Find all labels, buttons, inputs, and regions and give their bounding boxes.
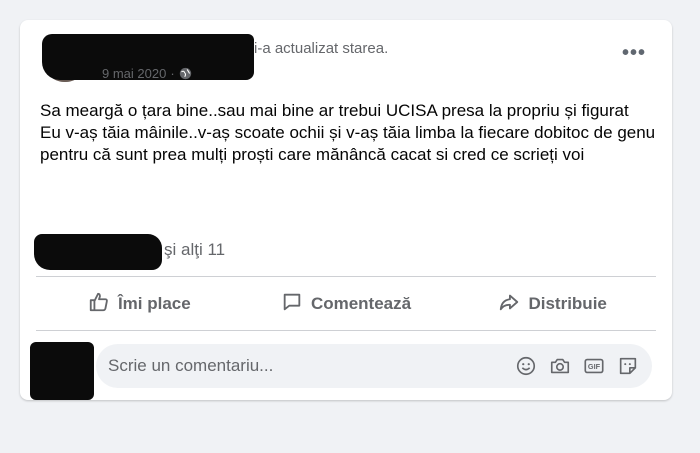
post-text-line: Eu v-aș tăia mâinile..v-aș scoate ochii … <box>40 123 660 164</box>
post-meta: 9 mai 2020 · <box>102 66 192 81</box>
meta-separator: · <box>170 66 175 81</box>
like-button[interactable]: Îmi place <box>36 284 243 324</box>
comment-label: Comentează <box>310 294 412 313</box>
emoji-icon[interactable] <box>514 354 538 378</box>
post-text-line: Sa meargă o țara bine..sau mai bine ar t… <box>40 101 629 120</box>
divider <box>36 330 656 331</box>
post-body: Sa meargă o țara bine..sau mai bine ar t… <box>40 100 660 166</box>
camera-icon[interactable] <box>548 354 572 378</box>
comment-button[interactable]: Comentează <box>243 284 450 324</box>
post-card: i-a actualizat starea. 9 mai 2020 · ••• … <box>20 20 672 400</box>
thumbs-up-icon <box>88 291 110 318</box>
speech-bubble-icon <box>281 291 303 318</box>
gif-label: GIF <box>588 362 601 371</box>
reactions-count[interactable]: şi alţi 11 <box>164 240 225 260</box>
sticker-icon[interactable] <box>616 354 640 378</box>
redacted-commenter-avatar <box>30 342 94 400</box>
gif-icon[interactable]: GIF <box>582 354 606 378</box>
share-button[interactable]: Distribuie <box>449 284 656 324</box>
comment-tools: GIF <box>514 354 640 378</box>
post-actions: Îmi place Comentează Distribuie <box>36 284 656 324</box>
share-arrow-icon <box>498 291 520 318</box>
more-options-button[interactable]: ••• <box>622 43 646 63</box>
comment-box: GIF <box>96 344 652 388</box>
post-date[interactable]: 9 mai 2020 <box>102 66 166 81</box>
post-header-text: i-a actualizat starea. <box>254 40 389 57</box>
globe-icon[interactable] <box>179 67 192 80</box>
like-label: Îmi place <box>117 294 191 313</box>
redacted-likers <box>34 234 162 270</box>
comment-input[interactable] <box>106 355 490 377</box>
share-label: Distribuie <box>528 294 607 313</box>
divider <box>36 276 656 277</box>
